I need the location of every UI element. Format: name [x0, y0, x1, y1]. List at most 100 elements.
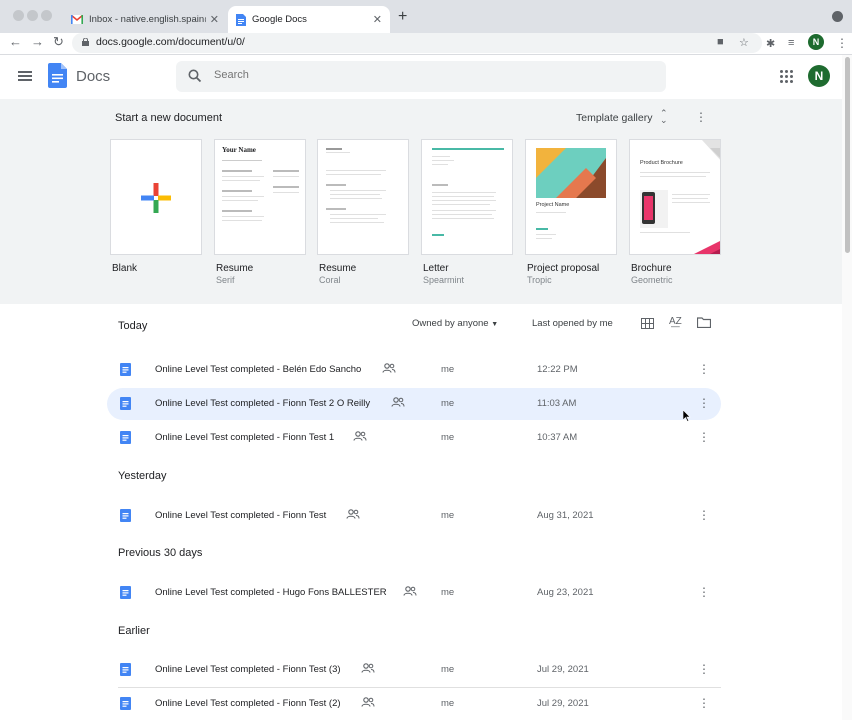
document-row[interactable]: Online Level Test completed - Fionn Test…	[107, 688, 721, 720]
document-date: Aug 31, 2021	[537, 510, 594, 521]
bookmark-star-icon[interactable]: ☆	[739, 36, 749, 49]
scrollbar-thumb[interactable]	[845, 57, 850, 253]
document-name: Online Level Test completed - Fionn Test…	[155, 698, 341, 709]
document-name: Online Level Test completed - Belén Edo …	[155, 364, 362, 375]
owned-by-filter[interactable]: Owned by anyone ▼	[412, 318, 498, 329]
camera-icon[interactable]: ■	[717, 36, 724, 48]
grid-view-icon[interactable]	[641, 318, 654, 329]
extensions-icon[interactable]: ✱	[766, 37, 775, 50]
search-input[interactable]	[212, 68, 516, 82]
template-blank-thumbnail[interactable]	[110, 139, 202, 255]
template-letter-thumbnail[interactable]	[421, 139, 513, 255]
search-bar[interactable]	[176, 61, 666, 92]
shared-people-icon	[361, 663, 375, 673]
document-date: Jul 29, 2021	[537, 664, 589, 675]
unfold-icon[interactable]: ⌃ ⌄	[660, 109, 668, 125]
document-row[interactable]: Online Level Test completed - Hugo Fons …	[107, 577, 721, 609]
tab-docs-label: Google Docs	[252, 14, 307, 25]
row-more-icon[interactable]: ⋮	[698, 697, 710, 709]
tab-google-docs[interactable]: Google Docs ✕	[228, 6, 390, 33]
row-more-icon[interactable]: ⋮	[698, 397, 710, 409]
browser-toolbar: ← → ↻ docs.google.com/document/u/0/ ■ ☆ …	[0, 33, 852, 55]
browser-profile-avatar[interactable]: N	[808, 34, 824, 50]
sort-az-icon[interactable]: A͟Z	[669, 316, 682, 327]
template-gallery-button[interactable]: Template gallery	[576, 112, 652, 124]
gmail-icon	[71, 15, 83, 24]
thumb-title: Your Name	[222, 146, 256, 154]
start-new-document-title: Start a new document	[115, 112, 223, 124]
new-tab-button[interactable]: +	[398, 8, 407, 26]
document-row[interactable]: Online Level Test completed - Fionn Test…	[107, 654, 721, 686]
document-list: Today Owned by anyone ▼ Last opened by m…	[0, 304, 842, 720]
row-more-icon[interactable]: ⋮	[698, 363, 710, 375]
document-row[interactable]: Online Level Test completed - Fionn Test…	[107, 422, 721, 454]
app-title[interactable]: Docs	[76, 68, 110, 85]
minimize-window-button[interactable]	[27, 10, 38, 21]
tab-gmail-label: Inbox - native.english.spain@g	[89, 14, 206, 25]
sort-order-button[interactable]: Last opened by me	[532, 318, 613, 329]
back-arrow-icon[interactable]: ←	[9, 34, 22, 49]
template-name: Project proposal	[527, 263, 600, 274]
main-menu-icon[interactable]	[18, 71, 32, 81]
shared-people-icon	[353, 431, 367, 441]
document-date: Jul 29, 2021	[537, 698, 589, 709]
page-scrollbar[interactable]	[842, 55, 852, 720]
reload-icon[interactable]: ↻	[53, 34, 64, 50]
folder-picker-icon[interactable]	[697, 317, 711, 328]
plus-icon	[141, 183, 171, 213]
google-apps-icon[interactable]	[780, 70, 793, 83]
row-more-icon[interactable]: ⋮	[698, 509, 710, 521]
shared-people-icon	[382, 363, 396, 373]
template-brochure-thumbnail[interactable]: Product Brochure	[629, 139, 721, 255]
template-subtitle: Spearmint	[423, 275, 465, 285]
browser-titlebar: Inbox - native.english.spain@g ✕ Google …	[0, 0, 852, 33]
reading-list-icon[interactable]: ≡	[788, 37, 794, 49]
mouse-pointer-icon	[683, 410, 691, 422]
url-text: docs.google.com/document/u/0/	[96, 36, 245, 48]
document-owner: me	[441, 698, 455, 709]
document-date: 12:22 PM	[537, 364, 578, 375]
doc-file-icon	[120, 697, 131, 710]
thumb-title: Project Name	[536, 202, 570, 208]
close-window-button[interactable]	[13, 10, 24, 21]
template-more-icon[interactable]: ⋮	[695, 111, 707, 123]
owned-by-label: Owned by anyone	[412, 318, 489, 329]
template-resume-coral-thumbnail[interactable]	[317, 139, 409, 255]
template-name: Brochure	[631, 263, 672, 274]
close-tab-icon[interactable]: ✕	[373, 13, 382, 26]
document-row[interactable]: Online Level Test completed - Belén Edo …	[107, 354, 721, 386]
document-name: Online Level Test completed - Fionn Test…	[155, 432, 335, 443]
doc-file-icon	[120, 431, 131, 444]
forward-arrow-icon[interactable]: →	[31, 34, 44, 49]
template-subtitle: Coral	[319, 275, 341, 285]
template-resume-serif-thumbnail[interactable]: Your Name	[214, 139, 306, 255]
address-bar[interactable]: docs.google.com/document/u/0/ ■ ☆	[72, 33, 762, 53]
template-project-proposal-thumbnail[interactable]: Project Name	[525, 139, 617, 255]
document-owner: me	[441, 510, 455, 521]
lock-icon	[82, 38, 89, 46]
template-subtitle: Tropic	[527, 275, 552, 285]
document-name: Online Level Test completed - Fionn Test…	[155, 398, 371, 409]
close-tab-icon[interactable]: ✕	[210, 13, 219, 26]
shared-people-icon	[361, 697, 375, 707]
shared-people-icon	[391, 397, 405, 407]
zoom-window-button[interactable]	[41, 10, 52, 21]
row-more-icon[interactable]: ⋮	[698, 663, 710, 675]
document-date: 10:37 AM	[537, 432, 578, 443]
doc-file-icon	[120, 363, 131, 376]
browser-menu-icon[interactable]: ⋮	[836, 37, 848, 49]
docs-logo-icon[interactable]	[48, 63, 67, 88]
row-more-icon[interactable]: ⋮	[698, 586, 710, 598]
row-more-icon[interactable]: ⋮	[698, 431, 710, 443]
tab-gmail[interactable]: Inbox - native.english.spain@g ✕	[63, 6, 227, 33]
template-subtitle: Serif	[216, 275, 235, 285]
document-date: Aug 23, 2021	[537, 587, 594, 598]
document-row[interactable]: Online Level Test completed - Fionn Test…	[107, 500, 721, 532]
account-avatar[interactable]: N	[808, 65, 830, 87]
document-row-selected[interactable]: Online Level Test completed - Fionn Test…	[107, 388, 721, 420]
dropdown-arrow-icon: ▼	[491, 321, 499, 328]
tab-search-icon[interactable]	[832, 11, 843, 22]
search-icon[interactable]	[188, 69, 202, 83]
document-name: Online Level Test completed - Fionn Test…	[155, 664, 341, 675]
template-name: Blank	[112, 263, 138, 274]
